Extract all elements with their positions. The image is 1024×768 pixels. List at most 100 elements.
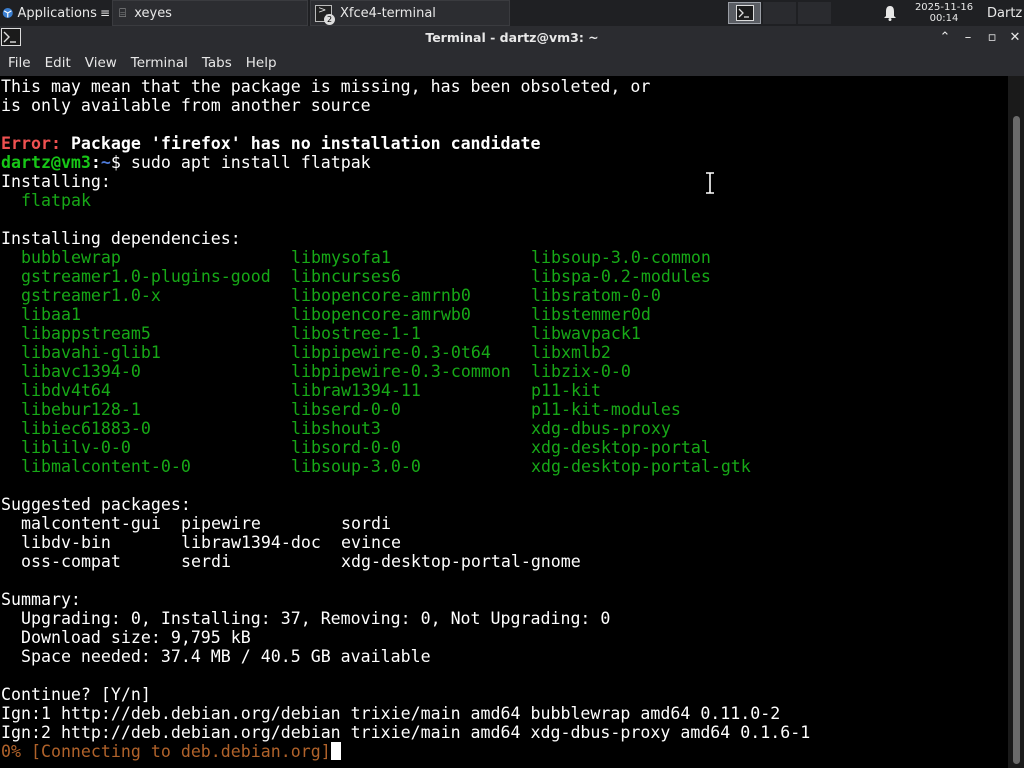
- progress-line: 0% [Connecting to deb.debian.org]: [1, 742, 341, 761]
- ign-line-1: Ign:1 http://deb.debian.org/debian trixi…: [1, 704, 781, 723]
- task-label: Xfce4-terminal: [340, 5, 436, 21]
- workspace-3[interactable]: [798, 2, 831, 24]
- package-name: libraw1394-11: [291, 381, 421, 400]
- window-icon: ⌸: [119, 5, 127, 20]
- package-name: xdg-desktop-portal: [531, 438, 711, 457]
- applications-label: Applications: [17, 5, 97, 21]
- package-name: bubblewrap: [21, 248, 121, 267]
- terminal-output[interactable]: This may mean that the package is missin…: [0, 76, 1008, 768]
- menu-edit[interactable]: Edit: [45, 55, 71, 71]
- package-name: libsratom-0-0: [531, 286, 661, 305]
- terminal-icon: [735, 5, 754, 21]
- clock-time: 00:14: [929, 13, 959, 24]
- menu-lines-icon: ≡: [99, 6, 110, 20]
- package-name: libmysofa1: [291, 248, 391, 267]
- package-name: libwavpack1: [531, 324, 641, 343]
- package-name: libostree-1-1: [291, 324, 421, 343]
- mouse-ibeam-cursor-icon: [706, 172, 714, 194]
- window-titlebar[interactable]: Terminal - dartz@vm3: ~ ⌃ – ▫ ✕: [0, 26, 1024, 50]
- close-button[interactable]: ✕: [1006, 29, 1024, 47]
- prompt-line: dartz@vm3:~$ sudo apt install flatpak: [1, 153, 371, 172]
- suggested-header: Suggested packages:: [1, 495, 191, 514]
- prompt-command: $ sudo apt install flatpak: [110, 153, 371, 172]
- package-name: pipewire: [181, 514, 261, 533]
- package-name: libspa-0.2-modules: [531, 267, 711, 286]
- window-title: Terminal - dartz@vm3: ~: [425, 30, 599, 45]
- package-name: libncurses6: [291, 267, 401, 286]
- shade-button[interactable]: ⌃: [936, 29, 954, 47]
- package-name: libappstream5: [21, 324, 151, 343]
- workspace-1[interactable]: [728, 2, 761, 24]
- workspace-switcher[interactable]: [728, 0, 868, 26]
- package-name: gstreamer1.0-x: [21, 286, 161, 305]
- installing-header: Installing:: [1, 172, 111, 191]
- menu-help[interactable]: Help: [246, 55, 277, 71]
- package-name: libsoup-3.0-0: [291, 457, 421, 476]
- terminal-app-icon: >_ 2: [315, 4, 335, 25]
- top-panel: Applications ≡ ⌸ xeyes >_ 2 Xfce4-termin…: [0, 0, 1024, 26]
- clock-date: 2025-11-16: [914, 2, 974, 13]
- summary-space: Space needed: 37.4 MB / 40.5 GB availabl…: [1, 647, 431, 666]
- error-label: Error:: [1, 134, 61, 153]
- ign-line-2: Ign:2 http://deb.debian.org/debian trixi…: [1, 723, 811, 742]
- package-name: libshout3: [291, 419, 381, 438]
- package-name: evince: [341, 533, 401, 552]
- maximize-button[interactable]: ▫: [983, 29, 1001, 47]
- workspace-2[interactable]: [763, 2, 796, 24]
- package-name: libaa1: [21, 305, 81, 324]
- menu-terminal[interactable]: Terminal: [131, 55, 188, 71]
- summary-download: Download size: 9,795 kB: [1, 628, 251, 647]
- package-name: libopencore-amrnb0: [291, 286, 471, 305]
- menu-view[interactable]: View: [85, 55, 117, 71]
- xfce-logo-icon: [2, 7, 13, 19]
- package-name: libavahi-glib1: [21, 343, 161, 362]
- package-name: libxmlb2: [531, 343, 611, 362]
- scrollbar-thumb[interactable]: [1013, 116, 1020, 764]
- package-name: libraw1394-doc: [181, 533, 321, 552]
- output-line: is only available from another source: [1, 96, 371, 115]
- taskbar-item-xeyes[interactable]: ⌸ xeyes: [112, 0, 308, 26]
- terminal-scrollbar[interactable]: [1008, 76, 1024, 768]
- package-name: p11-kit-modules: [531, 400, 681, 419]
- prompt-user: dartz@vm3: [1, 153, 91, 172]
- package-name: liblilv-0-0: [21, 438, 131, 457]
- package-name: oss-compat: [21, 552, 121, 571]
- installing-package: flatpak: [21, 191, 91, 210]
- package-name: p11-kit: [531, 381, 601, 400]
- window-count-badge: 2: [324, 13, 335, 25]
- panel-clock[interactable]: 2025-11-16 00:14: [908, 0, 980, 26]
- task-label: xeyes: [134, 5, 172, 21]
- package-name: libdv-bin: [21, 533, 111, 552]
- package-name: sordi: [341, 514, 391, 533]
- package-name: libsoup-3.0-common: [531, 248, 711, 267]
- package-name: libpipewire-0.3-0t64: [291, 343, 491, 362]
- package-name: libpipewire-0.3-common: [291, 362, 511, 381]
- notification-bell-icon[interactable]: [880, 0, 900, 26]
- menu-file[interactable]: File: [8, 55, 31, 71]
- taskbar-item-terminal[interactable]: >_ 2 Xfce4-terminal: [310, 0, 510, 26]
- package-name: libdv4t64: [21, 381, 111, 400]
- package-name: libavc1394-0: [21, 362, 141, 381]
- package-name: libstemmer0d: [531, 305, 651, 324]
- package-name: libmalcontent-0-0: [21, 457, 191, 476]
- menu-tabs[interactable]: Tabs: [202, 55, 232, 71]
- package-name: malcontent-gui: [21, 514, 161, 533]
- package-name: xdg-dbus-proxy: [531, 419, 671, 438]
- text-cursor: [330, 742, 341, 760]
- error-line: Error: Package 'firefox' has no installa…: [1, 134, 541, 153]
- output-line: This may mean that the package is missin…: [1, 77, 651, 96]
- prompt-path: ~: [100, 153, 111, 172]
- menubar: File Edit View Terminal Tabs Help: [0, 50, 1024, 76]
- package-name: libsord-0-0: [291, 438, 401, 457]
- user-name: Dartz: [987, 5, 1023, 21]
- summary-header: Summary:: [1, 590, 81, 609]
- minimize-button[interactable]: –: [959, 29, 977, 47]
- package-name: libserd-0-0: [291, 400, 401, 419]
- package-name: xdg-desktop-portal-gnome: [341, 552, 581, 571]
- user-menu[interactable]: Dartz: [987, 0, 1024, 26]
- package-name: serdi: [181, 552, 231, 571]
- package-name: libebur128-1: [21, 400, 141, 419]
- summary-upgrading: Upgrading: 0, Installing: 37, Removing: …: [1, 609, 611, 628]
- applications-menu-button[interactable]: Applications ≡: [0, 0, 110, 26]
- package-name: libzix-0-0: [531, 362, 631, 381]
